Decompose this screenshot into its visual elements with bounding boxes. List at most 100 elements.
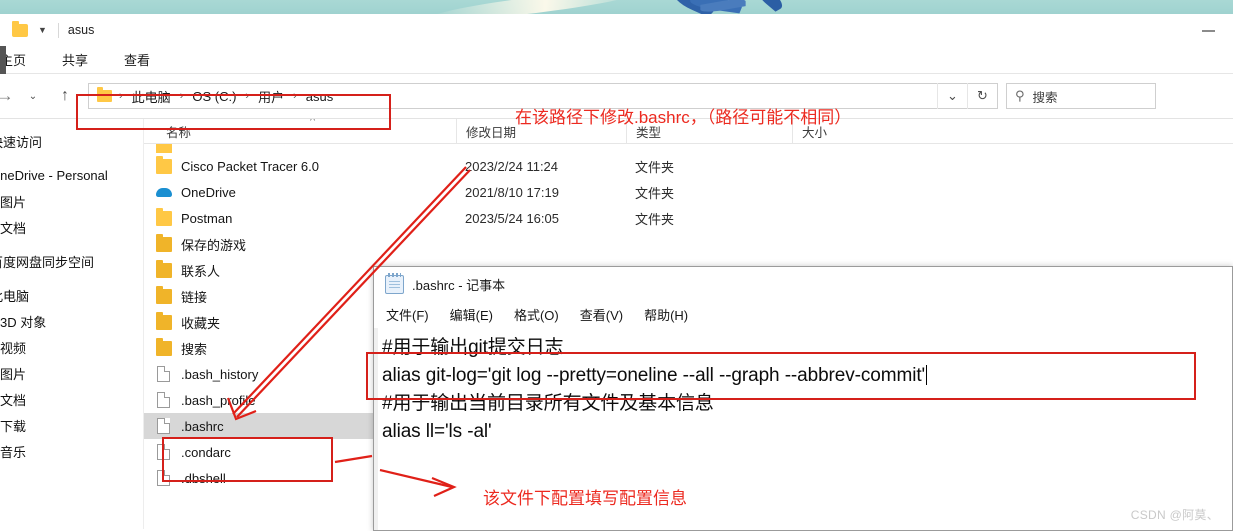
folder-icon: [156, 155, 172, 174]
file-icon: [157, 418, 170, 434]
up-button-icon[interactable]: ↑: [52, 83, 78, 109]
sidebar-item-3d-objects[interactable]: 3D 对象: [0, 308, 143, 334]
saved-games-folder-icon: [156, 233, 172, 252]
explorer-titlebar: ▼ asus: [0, 14, 1233, 46]
minimize-button[interactable]: [1197, 26, 1219, 36]
file-name-label: OneDrive: [181, 184, 236, 200]
menu-view[interactable]: 查看(V): [580, 305, 623, 324]
sidebar-item-documents[interactable]: 文档: [0, 386, 143, 412]
file-name-label: 收藏夹: [181, 315, 221, 331]
sidebar-item-videos[interactable]: 视频: [0, 334, 143, 360]
file-name-label: .bash_history: [181, 366, 259, 382]
folder-icon: [156, 144, 172, 153]
annotation-text-path: 在该路径下修改.bashrc，（路径可能不相同）: [515, 108, 852, 127]
file-name-label: 联系人: [181, 263, 221, 279]
screenshot-root: ▼ asus 主页 共享 查看 → ⌄ ↑ › 此电脑 › OS (C:) ›: [0, 0, 1233, 531]
notepad-titlebar: .bashrc - 记事本: [374, 267, 1232, 301]
search-input-placeholder[interactable]: 搜索: [1033, 87, 1058, 106]
recent-locations-icon[interactable]: ⌄: [20, 83, 46, 109]
menu-help[interactable]: 帮助(H): [644, 305, 688, 324]
sidebar-item-music[interactable]: 音乐: [0, 438, 143, 464]
file-name-label: Cisco Packet Tracer 6.0: [181, 158, 319, 174]
searches-folder-icon: [156, 337, 172, 356]
table-row[interactable]: Postman 2023/5/24 16:05 文件夹: [144, 205, 1233, 231]
sidebar-item-pictures-od[interactable]: 图片: [0, 188, 143, 214]
sidebar-item-label: 视频: [0, 340, 27, 356]
sidebar-item-label: 百度网盘同步空间: [0, 254, 95, 270]
sidebar-item-label: 图片: [0, 194, 27, 210]
ribbon-tabbar: 主页 共享 查看: [0, 46, 1233, 74]
address-dropdown-icon[interactable]: ⌄: [937, 83, 967, 109]
notepad-menubar: 文件(F) 编辑(E) 格式(O) 查看(V) 帮助(H): [374, 301, 1232, 328]
sidebar-item-this-pc[interactable]: 此电脑: [0, 282, 143, 308]
refresh-icon[interactable]: ↻: [967, 83, 997, 109]
file-date-cell: 2023/5/24 16:05: [465, 210, 559, 226]
sidebar-item-pictures[interactable]: 图片: [0, 360, 143, 386]
sidebar-item-label: 图片: [0, 366, 27, 382]
sidebar-item-label: 文档: [0, 220, 27, 236]
file-icon: [157, 392, 170, 408]
annotation-box-address-bar: [76, 94, 391, 130]
tab-share[interactable]: 共享: [62, 50, 88, 69]
file-name-cell: Postman: [144, 205, 456, 231]
wallpaper-leaf-icon: [752, 0, 788, 12]
file-name-label: 保存的游戏: [181, 237, 247, 253]
desktop-wallpaper: [0, 0, 1233, 14]
forward-button-icon[interactable]: →: [0, 83, 18, 109]
table-row[interactable]: OneDrive 2021/8/10 17:19 文件夹: [144, 179, 1233, 205]
notepad-line-alias-ll: alias ll='ls -al': [382, 421, 492, 442]
tab-view[interactable]: 查看: [124, 50, 150, 69]
file-name-label: 搜索: [181, 341, 208, 357]
annotation-box-alias-line: [366, 352, 1196, 400]
sidebar-item-onedrive[interactable]: OneDrive - Personal: [0, 162, 143, 188]
menu-file[interactable]: 文件(F): [386, 305, 429, 324]
favorites-folder-icon: [156, 311, 172, 330]
file-type-cell: 文件夹: [635, 159, 675, 175]
sidebar-item-quick-access[interactable]: 快速访问: [0, 128, 143, 154]
file-date-cell: 2021/8/10 17:19: [465, 184, 559, 200]
file-name-label: 链接: [181, 289, 208, 305]
table-row[interactable]: [144, 144, 1233, 153]
folder-icon: [12, 20, 28, 37]
ribbon-edge-strip: [0, 46, 6, 74]
table-row[interactable]: 保存的游戏: [144, 231, 1233, 257]
titlebar-divider: [57, 22, 59, 38]
cloud-icon: [156, 185, 172, 200]
navigation-pane: 快速访问 OneDrive - Personal 图片 文档 百度网盘同步空间 …: [0, 119, 144, 529]
sidebar-item-label: 下载: [0, 418, 27, 434]
file-icon: [157, 366, 170, 382]
notepad-icon: [385, 272, 404, 294]
wallpaper-streak: [429, 0, 641, 14]
watermark: CSDN @阿莫、: [1130, 508, 1219, 522]
file-type-cell: 文件夹: [635, 211, 675, 227]
sidebar-item-label: 音乐: [0, 444, 27, 460]
search-icon: ⚲: [1015, 88, 1025, 103]
menu-format[interactable]: 格式(O): [514, 305, 559, 324]
annotation-text-file: 该文件下配置填写配置信息: [483, 489, 687, 508]
table-row[interactable]: Cisco Packet Tracer 6.0 2023/2/24 11:24 …: [144, 153, 1233, 179]
annotation-box-bashrc-file: [162, 437, 333, 482]
file-name-label: .bash_profile: [181, 392, 256, 408]
contacts-folder-icon: [156, 259, 172, 278]
window-title: asus: [67, 23, 95, 37]
file-type-cell: 文件夹: [635, 185, 675, 201]
sidebar-item-downloads[interactable]: 下载: [0, 412, 143, 438]
sidebar-item-documents-od[interactable]: 文档: [0, 214, 143, 240]
sidebar-item-label: OneDrive - Personal: [0, 167, 108, 183]
file-name-cell: Cisco Packet Tracer 6.0: [144, 153, 456, 179]
file-name-cell: OneDrive: [144, 179, 456, 205]
file-date-cell: 2023/2/24 11:24: [465, 158, 559, 174]
notepad-title: .bashrc - 记事本: [412, 277, 506, 293]
links-folder-icon: [156, 285, 172, 304]
sidebar-item-label: 快速访问: [0, 134, 43, 150]
menu-edit[interactable]: 编辑(E): [450, 305, 493, 324]
sidebar-item-baidu-netdisk[interactable]: 百度网盘同步空间: [0, 248, 143, 274]
folder-icon: [156, 207, 172, 226]
search-box[interactable]: ⚲ 搜索: [1006, 83, 1156, 109]
sidebar-item-label: 此电脑: [0, 288, 30, 304]
file-name-label: Postman: [181, 210, 233, 226]
chevron-down-icon[interactable]: ▼: [38, 25, 47, 35]
